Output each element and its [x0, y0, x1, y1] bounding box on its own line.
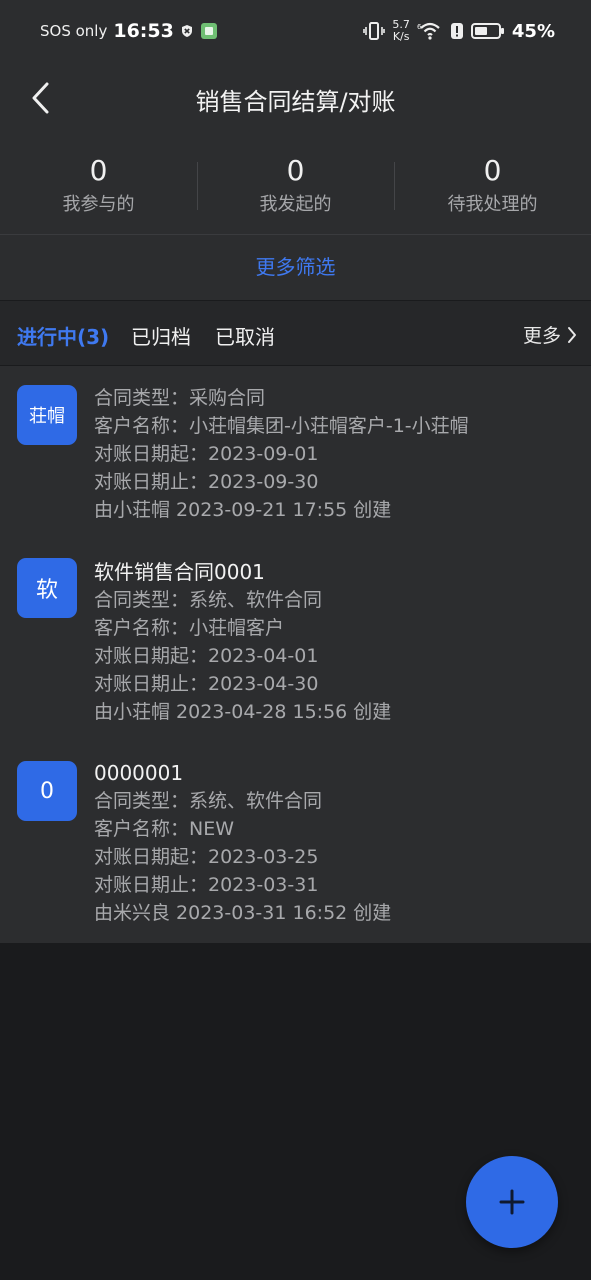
created-info: 由小荘帽 2023-09-21 17:55 创建: [94, 499, 392, 521]
carrier-text: SOS only: [40, 22, 108, 40]
contract-details: 0000001 合同类型：系统、软件合同 客户名称：NEW 对账日期起：2023…: [94, 759, 581, 927]
period-start: 对账日期起：2023-03-25: [94, 846, 319, 868]
avatar: 软: [17, 558, 77, 618]
customer-name: 客户名称：NEW: [94, 818, 235, 840]
vibrate-icon: [363, 21, 386, 41]
clock-time: 16:53: [113, 20, 174, 42]
status-tabs: 进行中(3) 已归档 已取消 更多: [0, 301, 591, 365]
period-end: 对账日期止：2023-09-30: [94, 471, 319, 493]
stat-count: 0: [89, 154, 108, 187]
contract-type: 合同类型：系统、软件合同: [94, 790, 323, 812]
list-item[interactable]: 荘帽 合同类型：采购合同 客户名称：小荘帽集团-小荘帽客户-1-小荘帽 对账日期…: [0, 366, 591, 542]
stats-bar: 0 我参与的 0 我发起的 0 待我处理的: [0, 132, 591, 235]
wifi-icon: 6: [417, 21, 443, 41]
customer-name: 客户名称：小荘帽集团-小荘帽客户-1-小荘帽: [94, 415, 469, 437]
contract-type: 合同类型：采购合同: [94, 387, 266, 409]
speed-unit: K/s: [392, 30, 410, 43]
add-contract-button[interactable]: [466, 1156, 558, 1248]
contract-title: 0000001: [94, 761, 184, 785]
created-info: 由小荘帽 2023-04-28 15:56 创建: [94, 701, 392, 723]
stat-pending[interactable]: 0 待我处理的: [394, 132, 591, 234]
contract-details: 软件销售合同0001 合同类型：系统、软件合同 客户名称：小荘帽客户 对账日期起…: [94, 558, 581, 726]
stat-count: 0: [286, 154, 305, 187]
app-header: 销售合同结算/对账: [0, 66, 591, 132]
period-start: 对账日期起：2023-04-01: [94, 645, 319, 667]
page-title: 销售合同结算/对账: [195, 88, 396, 116]
stat-label: 我参与的: [62, 194, 135, 215]
battery-percent: 45%: [511, 20, 555, 42]
stat-count: 0: [483, 154, 502, 187]
shield-icon: [180, 24, 194, 38]
more-filters-button[interactable]: 更多筛选: [0, 235, 591, 300]
stat-initiated[interactable]: 0 我发起的: [197, 132, 394, 234]
avatar: 荘帽: [17, 385, 77, 445]
tab-cancelled[interactable]: 已取消: [215, 321, 275, 350]
contract-type: 合同类型：系统、软件合同: [94, 589, 323, 611]
contract-title: 软件销售合同0001: [94, 560, 265, 584]
status-bar: SOS only 16:53 5.7 K/s 6 45%: [0, 0, 591, 66]
avatar: 0: [17, 761, 77, 821]
tab-archived[interactable]: 已归档: [131, 321, 191, 350]
more-tabs-button[interactable]: 更多: [523, 321, 577, 348]
chevron-right-icon: [568, 326, 576, 343]
stat-label: 我发起的: [259, 194, 332, 215]
stat-label: 待我处理的: [447, 194, 538, 215]
period-end: 对账日期止：2023-04-30: [94, 673, 319, 695]
network-speed: 5.7 K/s: [392, 19, 410, 43]
created-info: 由米兴良 2023-03-31 16:52 创建: [94, 902, 392, 924]
more-label: 更多: [522, 325, 561, 347]
svg-text:6: 6: [417, 23, 422, 31]
period-start: 对账日期起：2023-09-01: [94, 443, 319, 465]
app-notification-icon: [200, 22, 218, 40]
period-end: 对账日期止：2023-03-31: [94, 874, 319, 896]
tab-in-progress[interactable]: 进行中(3): [17, 321, 109, 350]
battery-icon: [470, 22, 505, 40]
stat-participated[interactable]: 0 我参与的: [0, 132, 197, 234]
customer-name: 客户名称：小荘帽客户: [94, 617, 285, 639]
alert-icon: [450, 21, 464, 41]
plus-icon: [499, 1189, 525, 1215]
